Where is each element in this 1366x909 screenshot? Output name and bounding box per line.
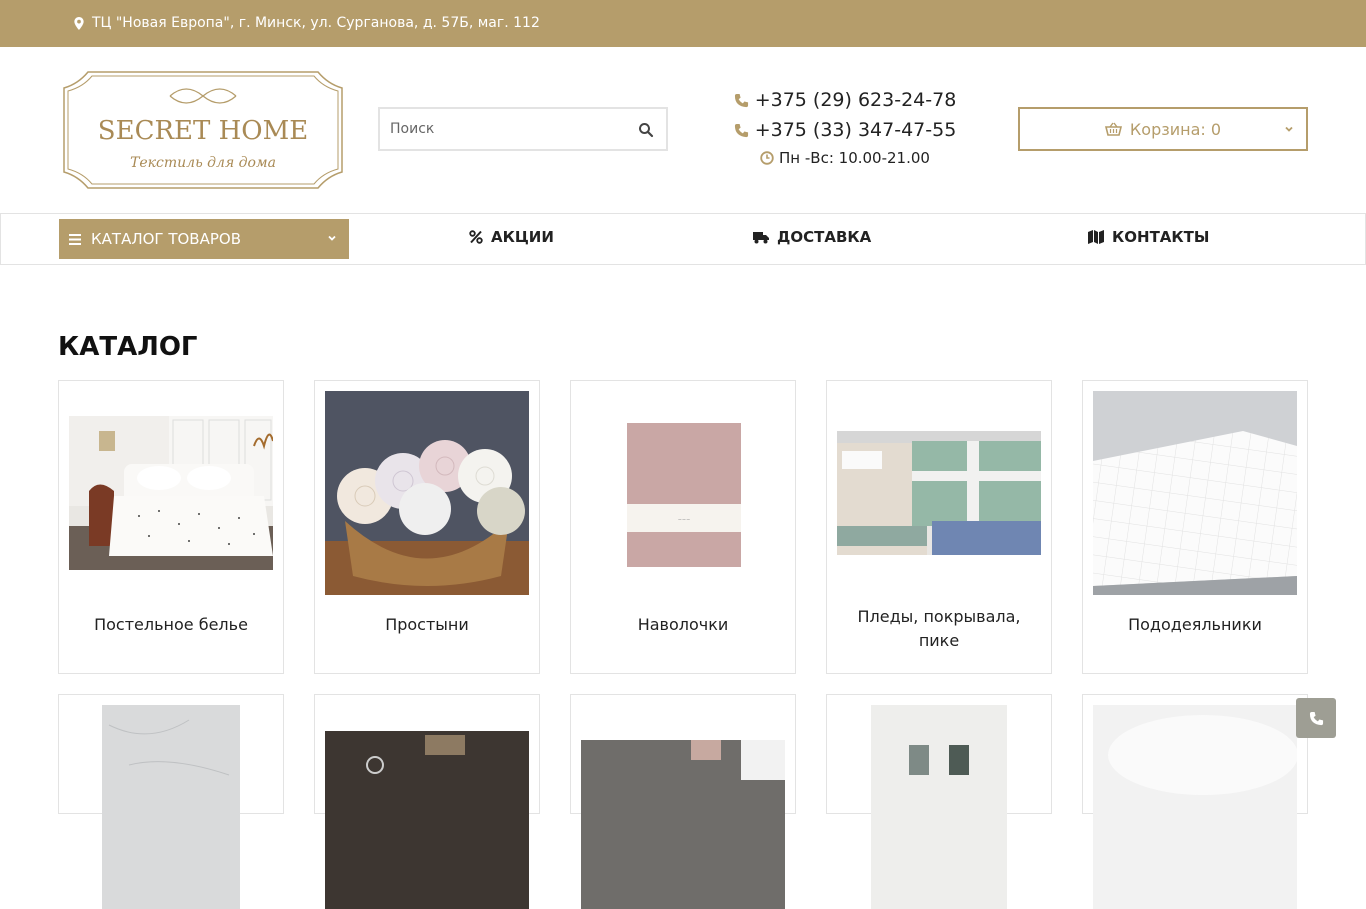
working-hours: Пн -Вс: 10.00-21.00: [700, 145, 990, 171]
category-card-blankets[interactable]: Пледы, покрывала, пике: [826, 380, 1052, 674]
category-card-bed-linen[interactable]: Постельное белье: [58, 380, 284, 674]
cart-label: Корзина: 0: [1129, 119, 1222, 139]
logo-subtitle: Текстиль для дома: [130, 155, 276, 171]
category-image: [325, 705, 529, 909]
map-icon: [1088, 230, 1104, 244]
hamburger-icon: [69, 233, 81, 245]
category-image: [325, 391, 529, 595]
category-label: Пледы, покрывала, пике: [857, 607, 1021, 650]
nav-item-delivery[interactable]: ДОСТАВКА: [753, 228, 871, 246]
catalog-menu-button[interactable]: КАТАЛОГ ТОВАРОВ: [59, 219, 349, 259]
map-pin-icon: [74, 16, 84, 30]
page-title: КАТАЛОГ: [58, 332, 198, 362]
category-label: Наволочки: [637, 615, 729, 634]
nav-label-delivery: ДОСТАВКА: [777, 228, 872, 246]
category-label: Пододеяльники: [1128, 615, 1262, 634]
percent-icon: [469, 230, 483, 244]
category-image: [69, 391, 273, 595]
clock-icon: [760, 151, 774, 165]
phone-icon: [734, 93, 748, 107]
search-box: [378, 107, 668, 151]
category-label: Простыни: [385, 615, 469, 634]
category-card-pillowcases[interactable]: ~~~ Наволочки: [570, 380, 796, 674]
nav-item-contacts[interactable]: КОНТАКТЫ: [1088, 228, 1209, 246]
truck-icon: [753, 231, 769, 243]
contacts-block: +375 (29) 623-24-78 +375 (33) 347-47-55 …: [700, 85, 990, 171]
nav-label-promotions: АКЦИИ: [491, 228, 554, 246]
phone-1[interactable]: +375 (29) 623-24-78: [700, 85, 990, 115]
main-navigation: КАТАЛОГ ТОВАРОВ АКЦИИ ДОСТАВКА КОНТАКТЫ: [0, 213, 1366, 265]
category-card[interactable]: [570, 694, 796, 909]
store-address: ТЦ "Новая Европа", г. Минск, ул. Сургано…: [74, 15, 540, 31]
hours-text: Пн -Вс: 10.00-21.00: [779, 149, 930, 167]
cart-button[interactable]: Корзина: 0: [1018, 107, 1308, 151]
chevron-down-icon: [328, 235, 336, 241]
search-input[interactable]: [380, 109, 620, 149]
phone-2[interactable]: +375 (33) 347-47-55: [700, 115, 990, 145]
category-card[interactable]: [826, 694, 1052, 909]
category-card[interactable]: [58, 694, 284, 909]
category-image: [837, 391, 1041, 595]
header: SECRET HOME Текстиль для дома +375 (29) …: [0, 47, 1366, 213]
phone-1-text: +375 (29) 623-24-78: [754, 89, 957, 111]
call-back-button[interactable]: [1296, 698, 1336, 738]
svg-text:~~~: ~~~: [678, 517, 691, 523]
phone-icon: [1309, 711, 1323, 725]
category-image: [1093, 391, 1297, 595]
category-image: [581, 705, 785, 909]
nav-label-contacts: КОНТАКТЫ: [1112, 228, 1210, 246]
category-image: [1093, 705, 1297, 909]
category-label: Постельное белье: [94, 615, 248, 634]
category-card[interactable]: [314, 694, 540, 909]
chevron-down-icon: [1285, 126, 1293, 132]
category-card[interactable]: [1082, 694, 1308, 909]
category-card-duvet-covers[interactable]: Пододеяльники: [1082, 380, 1308, 674]
phone-icon: [734, 123, 748, 137]
category-image: ~~~: [581, 391, 785, 595]
category-image: [69, 705, 273, 909]
nav-item-promotions[interactable]: АКЦИИ: [469, 228, 554, 246]
search-icon[interactable]: [638, 122, 654, 138]
top-bar: ТЦ "Новая Европа", г. Минск, ул. Сургано…: [0, 0, 1366, 47]
logo-title: SECRET HOME: [98, 116, 308, 146]
address-text: ТЦ "Новая Европа", г. Минск, ул. Сургано…: [92, 15, 540, 31]
basket-icon: [1104, 122, 1122, 136]
category-image: [837, 705, 1041, 909]
catalog-menu-label: КАТАЛОГ ТОВАРОВ: [91, 230, 241, 248]
site-logo[interactable]: SECRET HOME Текстиль для дома: [58, 66, 348, 194]
phone-2-text: +375 (33) 347-47-55: [754, 119, 957, 141]
category-card-sheets[interactable]: Простыни: [314, 380, 540, 674]
